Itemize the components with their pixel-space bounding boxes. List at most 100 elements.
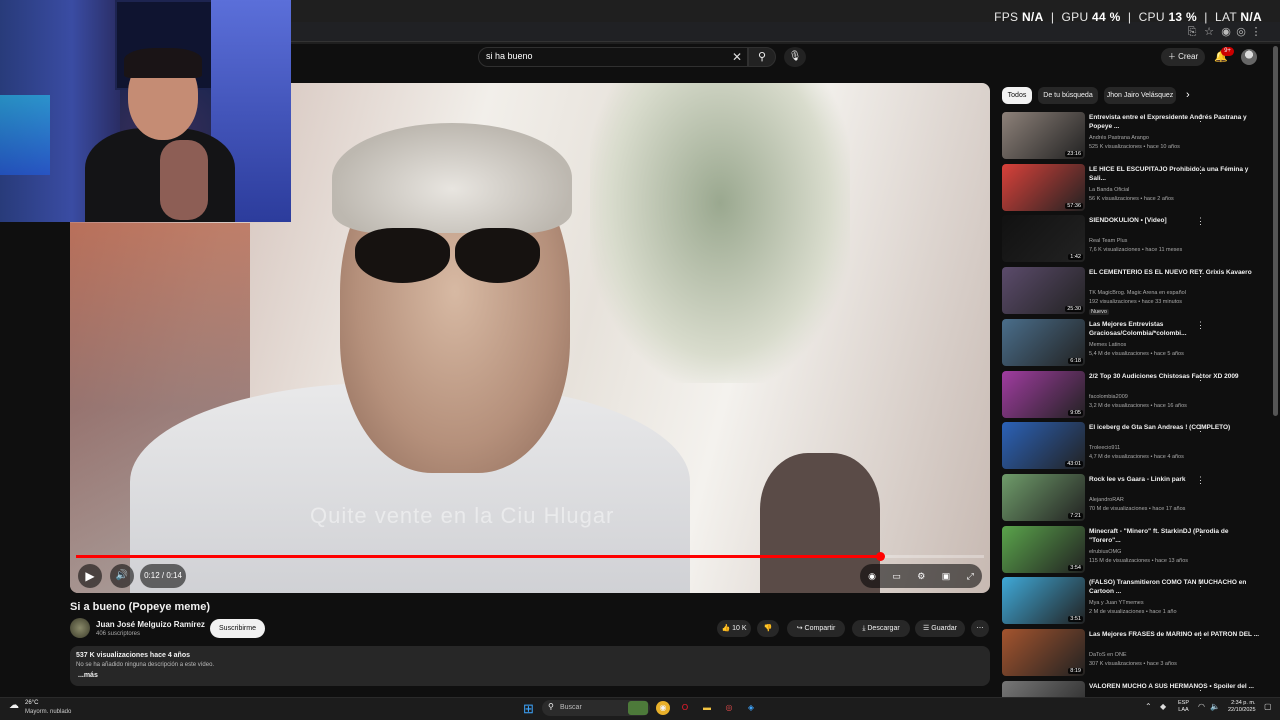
recommendation-channel[interactable]: AlejandroRAR [1089, 497, 1124, 503]
duration-badge: 3:54 [1068, 564, 1083, 571]
recommendation-channel[interactable]: DaToS en ONE [1089, 652, 1127, 658]
video-thumbnail[interactable]: 1:42 [1002, 215, 1085, 263]
video-thumbnail[interactable]: 9:05 [1002, 370, 1085, 418]
search-highlight-icon [628, 701, 648, 715]
recommendation-item[interactable]: 1:42 SIENDOKULION • [Video] Real Team Plus… [1002, 215, 1272, 265]
recommendation-meta: 307 K visualizaciones • hace 3 años [1089, 661, 1177, 667]
more-options-icon[interactable]: ⋮ [1196, 165, 1205, 176]
video-thumbnail[interactable]: 57:36 [1002, 163, 1085, 211]
recommendation-item[interactable]: 57:36 LE HICE EL ESCUPITAJO Prohibido a u… [1002, 163, 1272, 214]
video-thumbnail[interactable] [1002, 680, 1085, 697]
recommendation-meta: 70 M de visualizaciones • hace 17 años [1089, 505, 1186, 512]
more-options-icon[interactable]: ⋮ [1196, 630, 1205, 641]
opera-icon[interactable]: O [678, 701, 692, 715]
recommendation-meta: 115 M de visualizaciones • hace 13 años [1089, 557, 1189, 564]
duration-badge: 57:36 [1065, 202, 1083, 209]
more-options-icon[interactable]: ⋮ [1196, 578, 1205, 589]
more-options-icon[interactable]: ⋮ [1196, 423, 1205, 434]
video-thumbnail[interactable]: 43:01 [1002, 422, 1085, 470]
lang-top: ESP [1178, 700, 1190, 706]
clock-time: 2:34 p. m. [1231, 700, 1256, 706]
recommendation-meta: 56 K visualizaciones • hace 2 años [1089, 195, 1174, 202]
weather-cloud-icon[interactable]: ☁ [9, 700, 19, 711]
recommendation-channel[interactable]: Mya y Juan YTmemes [1089, 600, 1144, 606]
speaker-icon[interactable]: 🔈 [1210, 702, 1220, 711]
more-options-icon[interactable]: ⋮ [1196, 475, 1205, 486]
new-badge: Nuevo [1089, 309, 1109, 316]
more-options-icon[interactable]: ⋮ [1196, 216, 1205, 227]
recommendation-channel[interactable]: La Banda Oficial [1089, 187, 1129, 193]
more-options-icon[interactable]: ⋮ [1196, 682, 1205, 693]
recommendation-title[interactable]: EL CEMENTERIO ES EL NUEVO REY. Grixis Ka… [1089, 268, 1261, 277]
video-thumbnail[interactable]: 6:18 [1002, 318, 1085, 366]
recommendation-title[interactable]: El iceberg de Gta San Andreas ! (COMPLET… [1089, 423, 1261, 432]
recommendation-title[interactable]: (FALSO) Transmitieron COMO TAN MUCHACHO … [1089, 578, 1261, 596]
duration-badge: 25:30 [1065, 306, 1083, 313]
recommendation-title[interactable]: Las Mejores Entrevistas Graciosas/Colomb… [1089, 320, 1261, 338]
recommendation-title[interactable]: Minecraft - "Minero" ft. StarkinDJ (Paro… [1089, 527, 1261, 545]
recommendation-channel[interactable]: Real Team Plus [1089, 238, 1127, 244]
recommendation-channel[interactable]: TK MagicBrog. Magic Arena en español [1089, 290, 1186, 296]
recommendation-meta: 3,2 M de visualizaciones • hace 16 años [1089, 402, 1187, 409]
recommendation-meta: 4,7 M de visualizaciones • hace 4 años [1089, 454, 1184, 461]
video-thumbnail[interactable]: 25:30 [1002, 267, 1085, 315]
duration-badge: 23:16 [1065, 151, 1083, 157]
duration-badge: 6:18 [1068, 357, 1083, 364]
chrome-icon[interactable]: ◉ [656, 701, 670, 715]
app-icon[interactable]: ◎ [722, 701, 736, 715]
page-scrollbar[interactable] [1273, 46, 1278, 416]
recommendation-item[interactable]: 7:21 Rock lee vs Gaara - Linkin park Aleja… [1002, 473, 1272, 524]
recommendation-title[interactable]: SIENDOKULION • [Video] [1089, 216, 1261, 225]
taskbar-search-placeholder[interactable]: Buscar [560, 704, 582, 711]
recommendation-channel[interactable]: Troleecio911 [1089, 445, 1120, 451]
recommendation-item[interactable]: 23:16 Entrevista entre el Expresidente An… [1002, 112, 1272, 162]
recommendation-channel[interactable]: facolombia2009 [1089, 394, 1128, 400]
recommendation-item[interactable]: 9:05 2/2 Top 30 Audiciones Chistosas Fact… [1002, 370, 1272, 421]
clock-date: 22/10/2025 [1228, 707, 1256, 713]
video-thumbnail[interactable]: 3:54 [1002, 525, 1085, 573]
recommendation-item[interactable]: 25:30 EL CEMENTERIO ES EL NUEVO REY. Grix… [1002, 267, 1272, 317]
recommendation-title[interactable]: Rock lee vs Gaara - Linkin park [1089, 475, 1261, 484]
video-thumbnail[interactable]: 23:16 [1002, 112, 1085, 159]
more-options-icon[interactable]: ⋮ [1196, 372, 1205, 383]
video-thumbnail[interactable]: 8:19 [1002, 629, 1085, 676]
recommendation-meta: 192 visualizaciones • hace 33 minutos [1089, 299, 1183, 306]
recommendation-item[interactable]: 6:18 Las Mejores Entrevistas Graciosas/Co… [1002, 318, 1272, 369]
more-options-icon[interactable]: ⋮ [1196, 527, 1205, 538]
recommendation-item[interactable]: 8:19 Las Mejores FRASES de MARINO en el P… [1002, 629, 1272, 679]
windows-start-icon[interactable]: ⊞ [523, 701, 534, 717]
lang-bottom: LAA [1178, 707, 1189, 713]
steam-icon[interactable]: ◈ [744, 701, 758, 715]
duration-badge: 3:51 [1068, 616, 1083, 623]
recommendation-title[interactable]: 2/2 Top 30 Audiciones Chistosas Factor X… [1089, 372, 1261, 381]
file-explorer-icon[interactable]: ▬ [700, 701, 714, 715]
keyboard-language[interactable]: ESP LAA [1178, 700, 1189, 714]
recommendation-title[interactable]: LE HICE EL ESCUPITAJO Prohibido a una Fé… [1089, 165, 1261, 183]
duration-badge: 9:05 [1068, 409, 1083, 416]
video-thumbnail[interactable]: 7:21 [1002, 473, 1085, 521]
recommendation-channel[interactable]: Memes Latinos [1089, 342, 1126, 348]
system-clock[interactable]: 2:34 p. m. 22/10/2025 [1228, 700, 1256, 714]
duration-badge: 1:42 [1068, 254, 1083, 261]
recommendation-item[interactable]: 3:51 (FALSO) Transmitieron COMO TAN MUCHA… [1002, 577, 1272, 627]
recommendation-channel[interactable]: elrubiusOMG [1089, 549, 1121, 555]
weather-temperature[interactable]: 26°C [25, 700, 38, 706]
video-thumbnail[interactable]: 3:51 [1002, 577, 1085, 625]
recommendation-title[interactable]: VALOREN MUCHO A SUS HERMANOS • Spoiler d… [1089, 682, 1261, 691]
recommendation-title[interactable]: Entrevista entre el Expresidente Andrés … [1089, 113, 1261, 131]
more-options-icon[interactable]: ⋮ [1196, 113, 1205, 124]
wifi-icon[interactable]: ◠ [1198, 702, 1205, 711]
recommendation-item[interactable]: 43:01 El iceberg de Gta San Andreas ! (CO… [1002, 422, 1272, 472]
recommendation-item[interactable]: 3:54 Minecraft - "Minero" ft. StarkinDJ (… [1002, 525, 1272, 576]
tray-chevron-icon[interactable]: ⌃ [1145, 702, 1152, 711]
recommendations-list: 23:16 Entrevista entre el Expresidente An… [0, 0, 1280, 697]
recommendation-channel[interactable]: Andrés Pastrana Arango [1089, 135, 1149, 141]
more-options-icon[interactable]: ⋮ [1196, 268, 1205, 279]
recommendation-item[interactable]: VALOREN MUCHO A SUS HERMANOS • Spoiler d… [1002, 680, 1272, 697]
notifications-icon[interactable]: ▢ [1264, 702, 1272, 711]
tray-app-icon[interactable]: ◆ [1160, 702, 1166, 711]
more-options-icon[interactable]: ⋮ [1196, 320, 1205, 331]
recommendation-meta: 5,4 M de visualizaciones • hace 5 años [1089, 350, 1184, 357]
weather-description[interactable]: Mayorm. nublado [25, 709, 71, 715]
recommendation-title[interactable]: Las Mejores FRASES de MARINO en el PATRO… [1089, 630, 1261, 639]
